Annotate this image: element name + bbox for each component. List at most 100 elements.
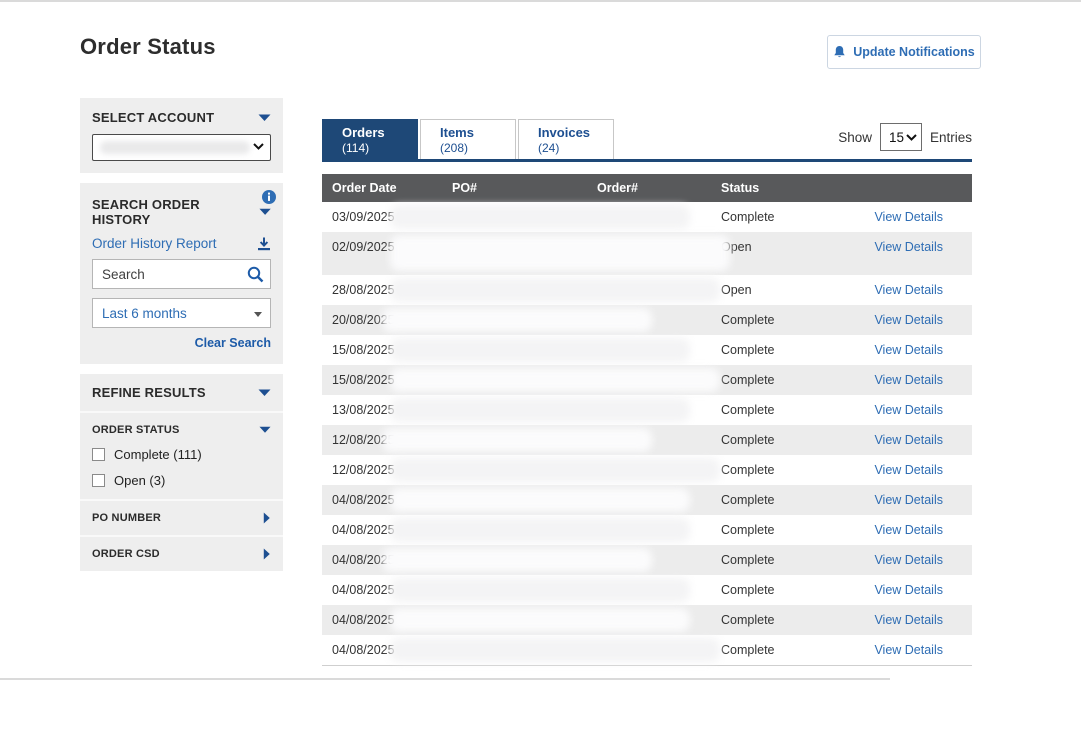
update-notifications-button[interactable]: Update Notifications — [827, 35, 981, 69]
tab-items[interactable]: Items (208) — [420, 119, 516, 159]
table-row: 28/08/2025 Open View Details — [322, 275, 972, 305]
cell-po-number — [452, 232, 597, 240]
account-select[interactable] — [92, 134, 271, 161]
cell-status: Complete — [721, 403, 851, 417]
po-number-title: PO NUMBER — [92, 512, 161, 524]
chevron-down-icon — [253, 143, 264, 150]
pagination: prev 123...8 next — [322, 678, 972, 736]
view-details-link[interactable]: View Details — [874, 373, 943, 387]
chevron-down-icon — [259, 426, 271, 434]
view-details-link[interactable]: View Details — [874, 583, 943, 597]
table-row: 04/08/2025 Complete View Details — [322, 515, 972, 545]
search-icon[interactable] — [247, 266, 264, 283]
view-details-link[interactable]: View Details — [874, 403, 943, 417]
order-status-page: Order Status Update Notifications SELECT… — [0, 0, 1081, 736]
cell-status: Complete — [721, 433, 851, 447]
tab-orders-count: (114) — [342, 141, 417, 156]
cell-status: Complete — [721, 613, 851, 627]
sidebar: SELECT ACCOUNT SEARCH ORDER HISTORY Orde… — [80, 98, 283, 571]
tab-items-count: (208) — [440, 141, 515, 156]
tab-orders[interactable]: Orders (114) — [322, 119, 418, 159]
bell-icon — [833, 45, 846, 59]
cell-status: Complete — [721, 523, 851, 537]
view-details-link[interactable]: View Details — [874, 613, 943, 627]
checkbox-complete[interactable] — [92, 448, 105, 461]
view-details-link[interactable]: View Details — [874, 283, 943, 297]
view-details-link[interactable]: View Details — [874, 553, 943, 567]
checkbox-open[interactable] — [92, 474, 105, 487]
chevron-down-icon — [258, 389, 271, 397]
cell-order-date: 20/08/2025 — [322, 313, 452, 327]
view-details-link[interactable]: View Details — [874, 343, 943, 357]
cell-order-date: 02/09/2025 — [322, 232, 452, 254]
entries-per-page-value: 15 — [889, 130, 904, 145]
view-details-link[interactable]: View Details — [874, 463, 943, 477]
cell-order-date: 04/08/2025 — [322, 493, 452, 507]
order-history-report-link[interactable]: Order History Report — [92, 236, 217, 251]
col-status: Status — [721, 181, 851, 195]
info-icon[interactable] — [262, 190, 276, 204]
col-po-number: PO# — [452, 181, 597, 195]
view-details-link[interactable]: View Details — [874, 523, 943, 537]
col-order-date: Order Date — [322, 181, 452, 195]
view-details-link[interactable]: View Details — [874, 433, 943, 447]
order-csd-title: ORDER CSD — [92, 548, 160, 560]
refine-results-section: REFINE RESULTS ORDER STATUS Complete (11… — [80, 374, 283, 571]
entries-per-page-select[interactable]: 15 — [880, 123, 922, 151]
select-account-section: SELECT ACCOUNT — [80, 98, 283, 173]
main-content: Orders (114) Items (208) Invoices (24) S… — [322, 119, 972, 736]
search-order-history-header[interactable]: SEARCH ORDER HISTORY — [92, 197, 271, 227]
view-details-link[interactable]: View Details — [874, 240, 943, 254]
tab-invoices-label: Invoices — [538, 125, 613, 141]
select-account-header[interactable]: SELECT ACCOUNT — [92, 110, 271, 125]
cell-status: Complete — [721, 463, 851, 477]
cell-status: Complete — [721, 493, 851, 507]
orders-table: Order Date PO# Order# Status 03/09/2025 … — [322, 174, 972, 666]
cell-order-number — [597, 232, 721, 240]
view-details-link[interactable]: View Details — [874, 493, 943, 507]
refine-results-title: REFINE RESULTS — [92, 385, 206, 400]
tab-invoices[interactable]: Invoices (24) — [518, 119, 614, 159]
table-row: 04/08/2025 Complete View Details — [322, 575, 972, 605]
po-number-header[interactable]: PO NUMBER — [92, 512, 271, 524]
view-details-link[interactable]: View Details — [874, 643, 943, 657]
date-range-select[interactable]: Last 6 months — [92, 298, 271, 328]
filter-open[interactable]: Open (3) — [92, 473, 271, 488]
chevron-down-icon — [258, 114, 271, 122]
date-range-value: Last 6 months — [102, 306, 187, 321]
order-csd-section: ORDER CSD — [80, 535, 283, 571]
view-details-link[interactable]: View Details — [874, 313, 943, 327]
cell-order-date: 04/08/2025 — [322, 613, 452, 627]
show-label: Show — [838, 130, 872, 145]
download-icon[interactable] — [257, 237, 271, 251]
table-row: 12/08/2025 Complete View Details — [322, 455, 972, 485]
cell-status: Open — [721, 283, 851, 297]
refine-results-header[interactable]: REFINE RESULTS — [92, 385, 271, 400]
cell-status: Open — [721, 232, 851, 254]
chevron-down-icon — [259, 208, 271, 216]
tab-invoices-count: (24) — [538, 141, 613, 156]
clear-search-link[interactable]: Clear Search — [195, 336, 271, 350]
order-csd-header[interactable]: ORDER CSD — [92, 548, 271, 560]
table-row: 12/08/2025 Complete View Details — [322, 425, 972, 455]
order-status-filter-section: ORDER STATUS Complete (111) Open (3) — [80, 411, 283, 499]
chevron-right-icon — [263, 548, 271, 560]
cell-order-date: 15/08/2025 — [322, 343, 452, 357]
cell-order-date: 04/08/2025 — [322, 583, 452, 597]
filter-complete-label: Complete (111) — [114, 447, 202, 462]
chevron-down-icon — [254, 312, 262, 317]
select-account-title: SELECT ACCOUNT — [92, 110, 214, 125]
filter-complete[interactable]: Complete (111) — [92, 447, 271, 462]
cell-order-date: 04/08/2025 — [322, 553, 452, 567]
clear-search-row: Clear Search — [92, 334, 271, 352]
search-input[interactable] — [92, 259, 271, 289]
pagination-page-8[interactable]: 8 — [0, 678, 890, 736]
view-details-link[interactable]: View Details — [874, 210, 943, 224]
search-order-history-title: SEARCH ORDER HISTORY — [92, 197, 252, 227]
cell-status: Complete — [721, 583, 851, 597]
tab-items-label: Items — [440, 125, 515, 141]
table-row: 13/08/2025 Complete View Details — [322, 395, 972, 425]
cell-order-date: 12/08/2025 — [322, 433, 452, 447]
order-status-filter-header[interactable]: ORDER STATUS — [92, 424, 271, 436]
table-row: 02/09/2025 Open View Details — [322, 232, 972, 275]
